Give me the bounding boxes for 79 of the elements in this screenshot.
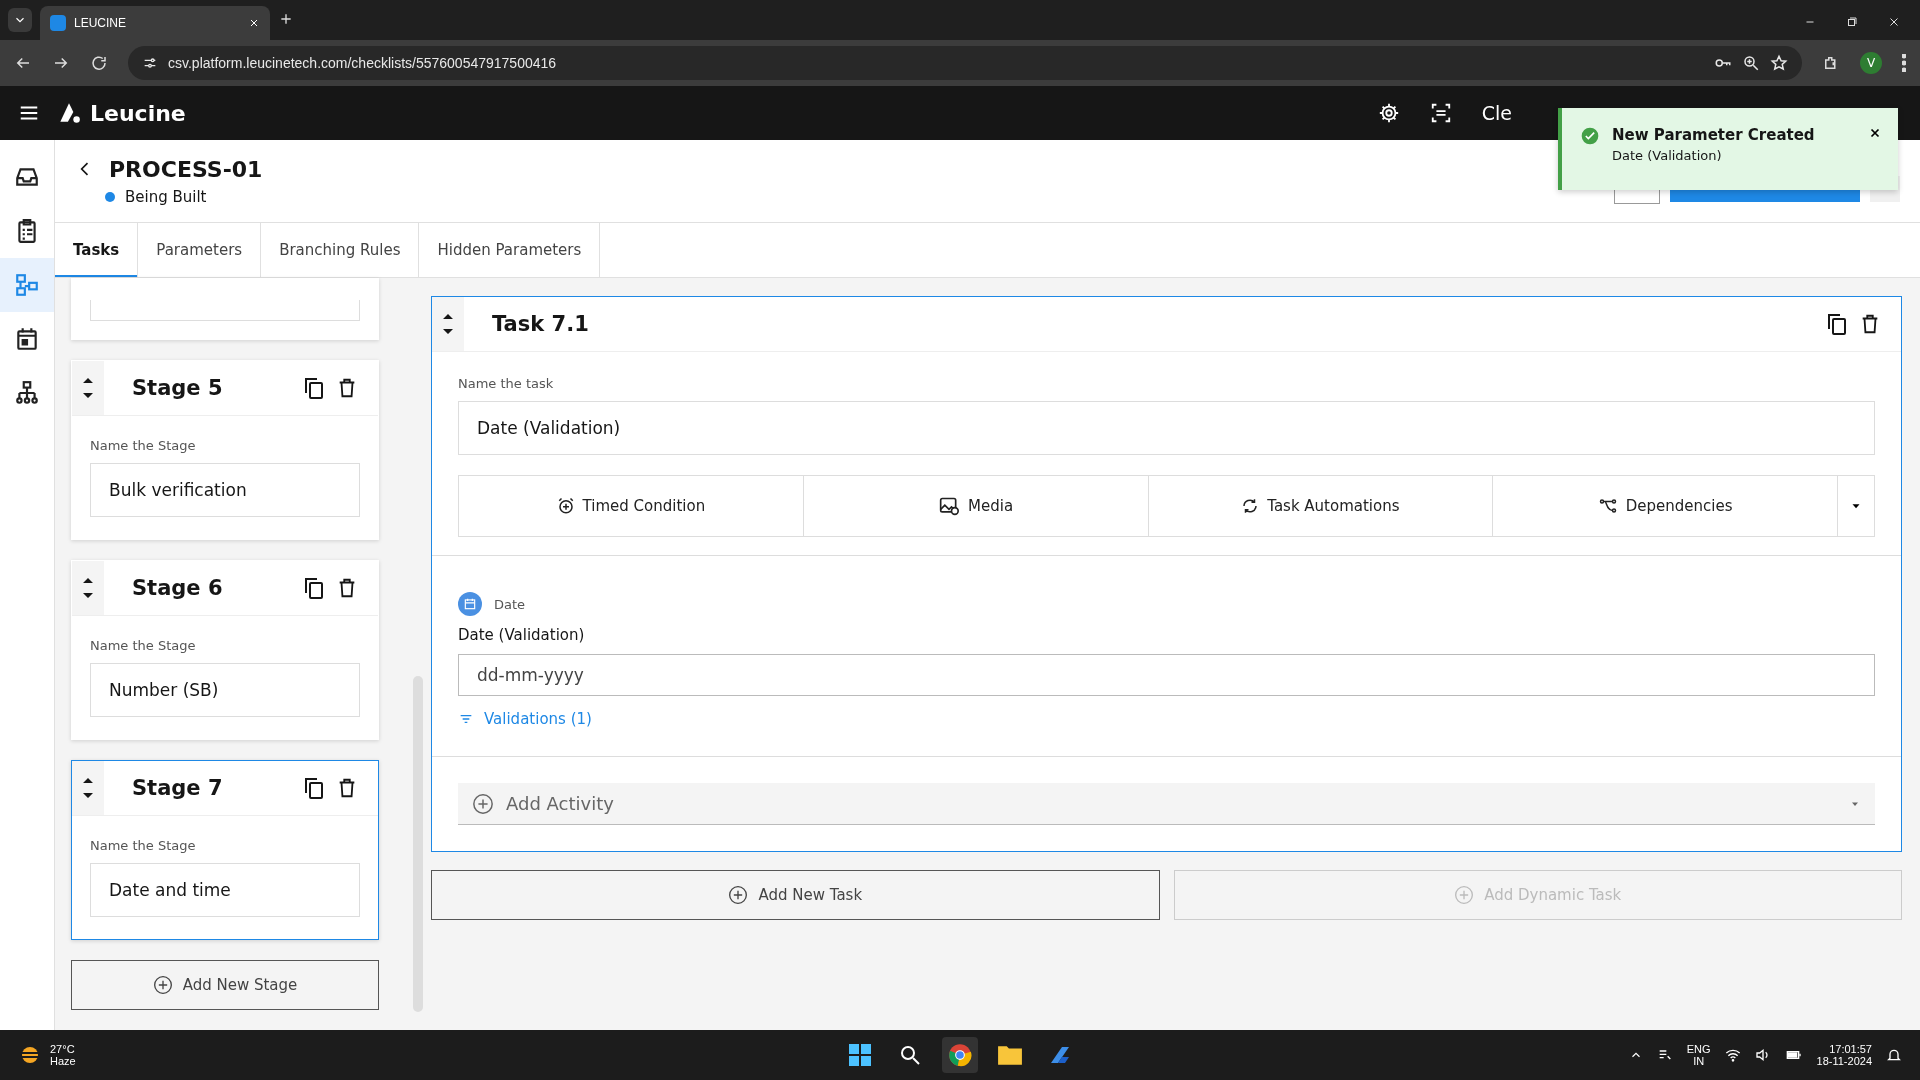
- clock-date: 18-11-2024: [1816, 1055, 1872, 1067]
- close-button[interactable]: [1868, 126, 1882, 140]
- toast-title: New Parameter Created: [1612, 126, 1816, 144]
- calendar-icon: [14, 326, 40, 352]
- weather-condition: Haze: [50, 1055, 76, 1067]
- reload-icon: [90, 54, 108, 72]
- stage-card[interactable]: Stage 6 Name the Stage Number (SB): [71, 560, 379, 740]
- search-icon: [898, 1043, 922, 1067]
- add-stage-button[interactable]: Add New Stage: [71, 960, 379, 1010]
- browser-tab[interactable]: LEUCINE: [40, 6, 270, 40]
- add-icon: [728, 885, 749, 905]
- close-icon: [1888, 16, 1900, 28]
- stage-title: Stage 6: [132, 576, 224, 600]
- clock-time: 17:01:57: [1829, 1043, 1872, 1055]
- date-input[interactable]: dd-mm-yyyy: [458, 654, 1875, 696]
- stage-name-field[interactable]: Bulk verification: [90, 463, 360, 517]
- temperature: 27°C: [50, 1043, 76, 1055]
- restore-icon: [1846, 16, 1858, 28]
- add-icon: [1454, 885, 1475, 905]
- stage-name-field[interactable]: Date and time: [90, 863, 360, 917]
- settings-icon: [1377, 102, 1400, 124]
- process-title: PROCESS-01: [109, 156, 263, 182]
- sort-arrows-icon: [83, 578, 93, 598]
- app-logo-text: Leucine: [90, 100, 186, 126]
- sort-arrows-icon: [83, 778, 93, 798]
- copy-icon: [302, 776, 326, 800]
- alarm-icon: [556, 497, 575, 515]
- profile-avatar[interactable]: V: [1860, 52, 1882, 74]
- add-icon: [152, 975, 173, 995]
- stage-title: Stage 5: [132, 376, 224, 400]
- zoom-icon: [1742, 54, 1760, 72]
- task-title: Task 7.1: [492, 312, 590, 336]
- notification-icon: [1886, 1047, 1902, 1063]
- language: ENG: [1686, 1043, 1711, 1055]
- more-icon: [1902, 54, 1906, 72]
- sort-arrows-icon: [443, 314, 453, 334]
- image-icon: [938, 496, 961, 516]
- dependency-icon: [1597, 497, 1618, 515]
- field-label: Name the Stage: [90, 438, 197, 453]
- star-icon: [1770, 54, 1788, 72]
- tab[interactable]: Tasks: [55, 223, 139, 277]
- scan-icon: [1429, 102, 1452, 124]
- parameter-label: Date (Validation): [458, 626, 586, 644]
- stage-name-field[interactable]: Number (SB): [90, 663, 360, 717]
- status-dot: [105, 191, 115, 202]
- parameter-type: Date: [494, 596, 526, 612]
- stage-title: Stage 7: [132, 776, 224, 800]
- volume-icon: [1754, 1047, 1771, 1063]
- validations-link[interactable]: Validations (1): [458, 710, 592, 728]
- field-label: Name the task: [458, 376, 555, 391]
- refresh-icon: [1241, 497, 1260, 515]
- flow-icon: [14, 272, 40, 298]
- status-label: Being Built: [125, 187, 207, 206]
- close-icon: [248, 17, 260, 29]
- header-link[interactable]: Cle: [1481, 102, 1512, 124]
- stage-name-field[interactable]: [90, 300, 360, 321]
- check-circle-icon: [1580, 126, 1600, 146]
- stage-card[interactable]: Stage 7 Name the Stage Date and time: [71, 760, 379, 940]
- add-activity-dropdown[interactable]: Add Activity: [458, 783, 1875, 825]
- browser-icon[interactable]: [942, 1037, 978, 1073]
- field-label: Name the Stage: [90, 838, 197, 853]
- copy-icon: [302, 576, 326, 600]
- toast-message: Date (Validation): [1612, 148, 1723, 163]
- add-icon: [472, 792, 494, 815]
- add-task-button[interactable]: Add New Task: [431, 870, 1160, 920]
- favicon-icon: [50, 15, 66, 31]
- sort-arrows-icon: [83, 378, 93, 398]
- address-bar[interactable]: csv.platform.leucinetech.com/checklists/557600547917500416: [128, 46, 1802, 80]
- copy-icon: [302, 376, 326, 400]
- hierarchy-icon: [14, 380, 40, 406]
- close-icon: [1868, 126, 1882, 140]
- task-name-field[interactable]: Date (Validation): [458, 401, 1875, 455]
- new-tab-icon: [278, 11, 294, 27]
- copy-icon: [1825, 312, 1849, 336]
- field-label: Name the Stage: [90, 638, 197, 653]
- region: IN: [1693, 1055, 1705, 1067]
- stage-card[interactable]: Stage 5 Name the Stage Bulk verification: [71, 360, 379, 540]
- calendar-icon: [458, 592, 482, 616]
- wifi-icon: [1724, 1047, 1741, 1063]
